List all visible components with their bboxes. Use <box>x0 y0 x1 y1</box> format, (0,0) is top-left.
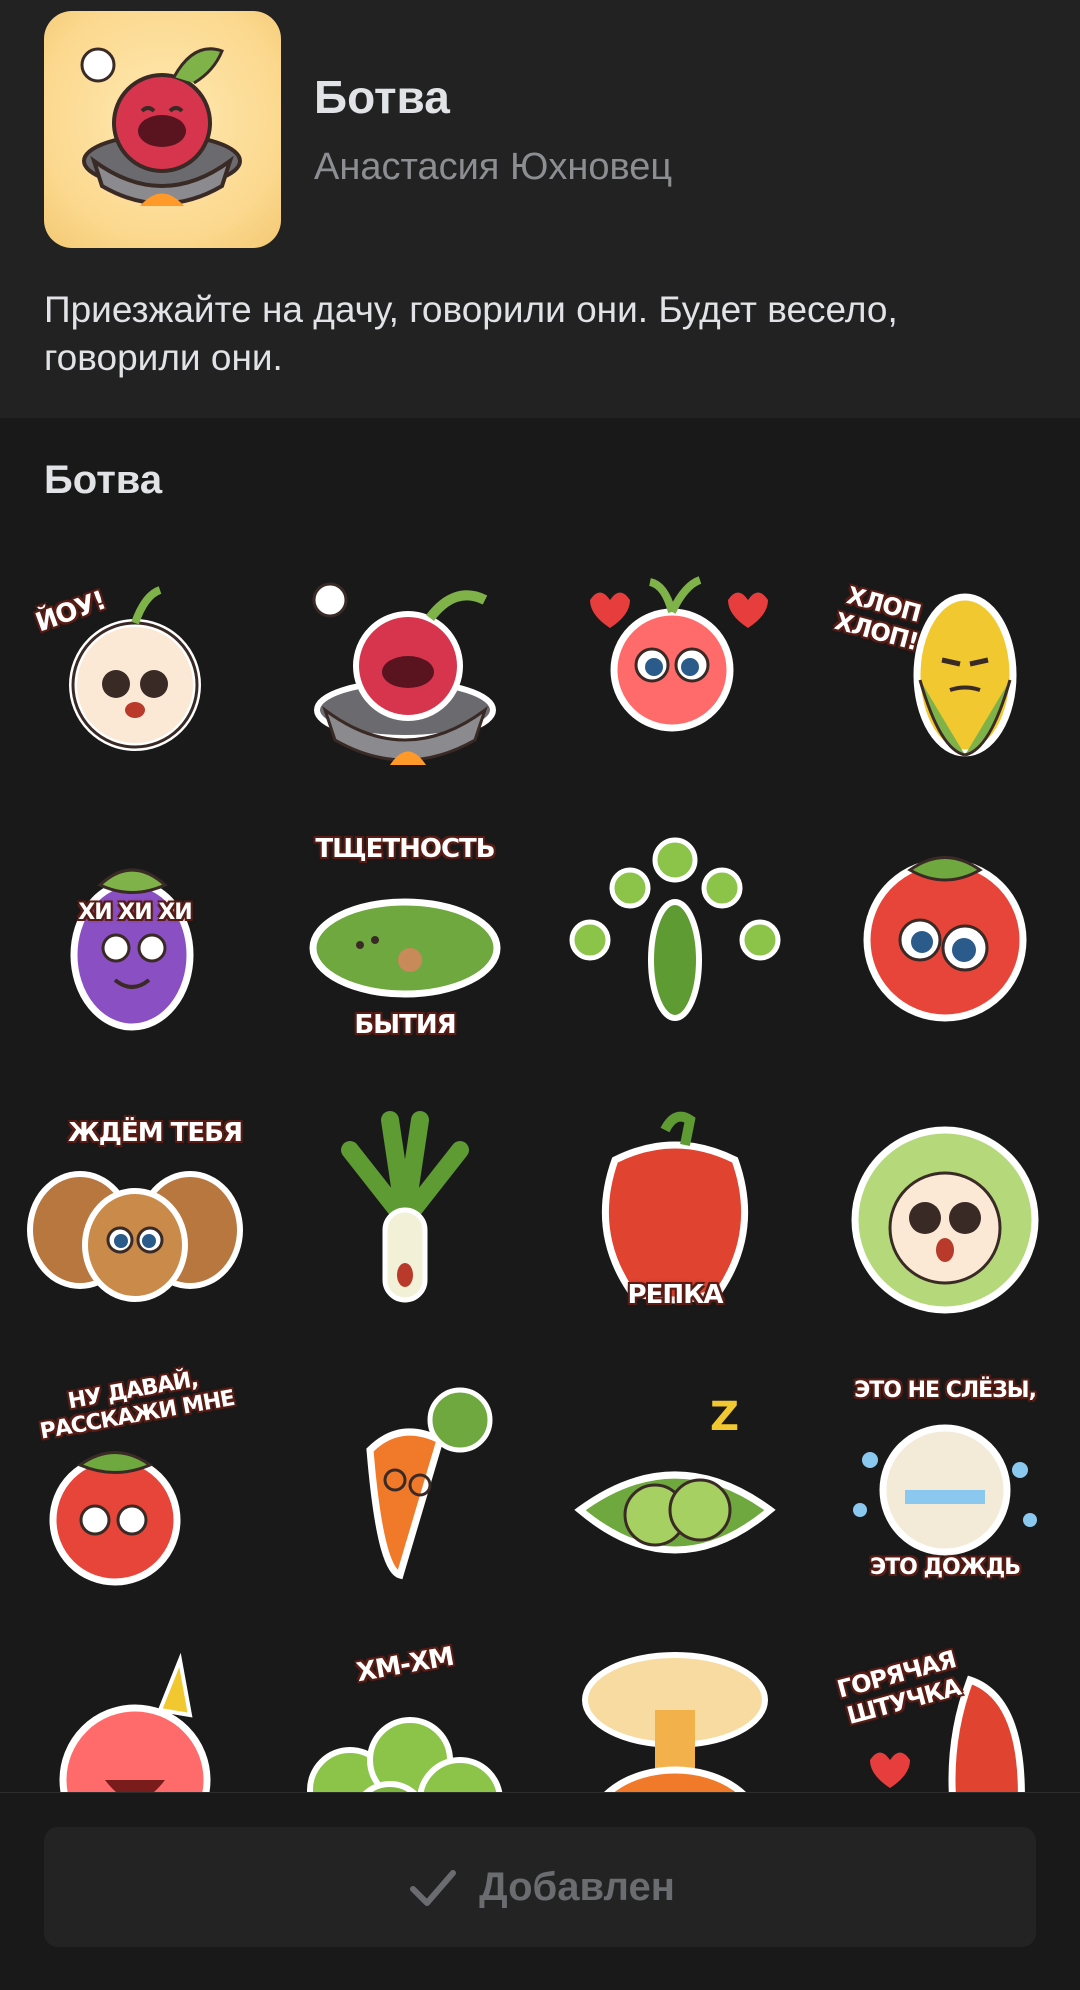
sticker-chili[interactable]: ГОРЯЧАЯ ШТУЧКА <box>830 1640 1060 1792</box>
sticker-tomato-talk[interactable]: НУ ДАВАЙ, РАССКАЖИ МНЕ <box>20 1367 250 1600</box>
sticker-radish-party[interactable] <box>20 1640 250 1792</box>
added-button[interactable]: Добавлен <box>44 1827 1036 1947</box>
section-title: Ботва <box>44 458 163 502</box>
sticker-pumpkin-boom[interactable] <box>560 1640 790 1792</box>
sticker-onion-crying[interactable]: ЭТО НЕ СЛЁЗЫ, ЭТО ДОЖДЬ <box>830 1370 1060 1600</box>
check-icon <box>410 1870 457 1906</box>
sticker-peapod[interactable]: Z <box>560 1370 790 1600</box>
sticker-corn[interactable]: ХЛОП ХЛОП! <box>830 560 1060 790</box>
sticker-radish-hearts[interactable] <box>560 560 790 790</box>
sticker-caption-bottom: БЫТИЯ <box>354 1010 456 1040</box>
pack-title: Ботва <box>314 71 450 123</box>
svg-text:Z: Z <box>710 1394 739 1440</box>
sticker-pepper[interactable]: РЕПКА <box>560 1100 790 1330</box>
sticker-caption: ХИ ХИ ХИ <box>78 900 192 925</box>
sticker-cucumber[interactable]: ТЩЕТНОСТЬ БЫТИЯ <box>290 830 520 1060</box>
sticker-eggplant[interactable]: ХИ ХИ ХИ <box>20 830 250 1060</box>
sticker-caption-bottom: ЭТО ДОЖДЬ <box>869 1555 1021 1580</box>
sticker-caption: РЕПКА <box>627 1280 724 1310</box>
sticker-beet-in-pot[interactable] <box>290 560 520 790</box>
sticker-carrot[interactable] <box>290 1370 520 1600</box>
sticker-leek[interactable] <box>290 1100 520 1330</box>
pack-header: Ботва Анастасия Юхновец Приезжайте на да… <box>0 0 1080 418</box>
pack-author[interactable]: Анастасия Юхновец <box>314 146 672 189</box>
sticker-potatoes[interactable]: ЖДЁМ ТЕБЯ <box>20 1100 250 1330</box>
sticker-peas[interactable] <box>560 830 790 1060</box>
added-button-label: Добавлен <box>479 1864 675 1909</box>
pack-cover-image <box>44 11 281 248</box>
sticker-peas-hmm[interactable]: ХМ-ХМ <box>290 1640 520 1792</box>
sticker-cabbage[interactable] <box>830 1100 1060 1330</box>
pack-description: Приезжайте на дачу, говорили они. Будет … <box>44 289 898 378</box>
footer-bar: Добавлен <box>0 1792 1080 1990</box>
sticker-onion[interactable]: ЙОУ! <box>20 560 250 790</box>
sticker-grid: ЙОУ! ХЛОП ХЛОП! ХИ ХИ ХИ ТЩЕТНОСТЬ БЫТИЯ… <box>0 560 1080 1792</box>
sticker-caption-top: ТЩЕТНОСТЬ <box>315 834 495 864</box>
sticker-caption: ЖДЁМ ТЕБЯ <box>67 1118 243 1148</box>
sticker-tomato[interactable] <box>830 830 1060 1060</box>
sticker-caption-top: ЭТО НЕ СЛЁЗЫ, <box>854 1378 1037 1403</box>
